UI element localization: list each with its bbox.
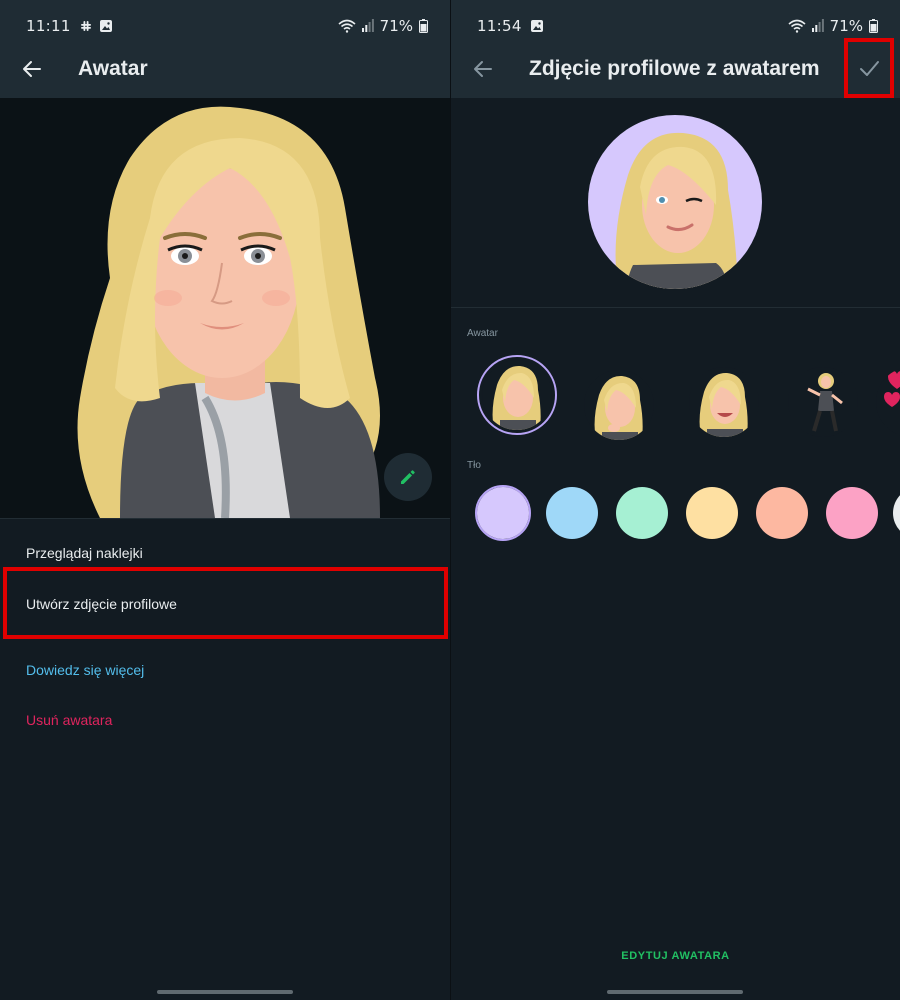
- wifi-icon: [338, 19, 356, 33]
- arrow-left-icon: [474, 61, 492, 77]
- back-button[interactable]: [463, 49, 503, 89]
- status-bar: 11:11 71%: [26, 14, 428, 38]
- avatar-image: [77, 106, 380, 518]
- avatar-pose-image: [492, 365, 541, 430]
- profile-photo-preview: [588, 115, 762, 289]
- background-color-swatch[interactable]: [686, 487, 738, 539]
- slack-icon: [80, 21, 91, 31]
- background-color-swatch[interactable]: [893, 487, 900, 539]
- status-time: 11:54: [477, 17, 522, 35]
- hearts-image: [884, 371, 900, 407]
- gallery-icon: [530, 20, 543, 32]
- check-icon: [860, 61, 879, 76]
- avatar-pose-image: [807, 373, 843, 432]
- background-color-swatch[interactable]: [826, 487, 878, 539]
- background-color-swatch[interactable]: [477, 487, 529, 539]
- back-button[interactable]: [12, 49, 52, 89]
- avatar-hero: [0, 98, 450, 518]
- background-color-swatch[interactable]: [546, 487, 598, 539]
- arrow-left-icon: [23, 61, 41, 77]
- status-bar: 11:54 71%: [477, 14, 878, 38]
- confirm-button[interactable]: [844, 38, 894, 98]
- avatar-section-label: Awatar: [467, 328, 498, 339]
- browse-stickers-item[interactable]: Przeglądaj naklejki: [26, 545, 143, 561]
- background-color-swatch[interactable]: [616, 487, 668, 539]
- status-time: 11:11: [26, 17, 71, 35]
- avatar-pose-hearts[interactable]: [871, 362, 900, 442]
- nav-handle[interactable]: [157, 990, 293, 994]
- highlight-annotation: [3, 567, 448, 639]
- battery-percent: 71%: [379, 17, 413, 35]
- edit-avatar-button[interactable]: [384, 453, 432, 501]
- battery-icon: [869, 19, 878, 33]
- signal-icon: [811, 19, 824, 32]
- avatar-screen: 11:11 71% Awatar Przeglądaj naklejki Utw…: [0, 0, 450, 1000]
- avatar-pose-laughing[interactable]: [684, 362, 764, 442]
- top-bar: 11:11 71% Awatar: [0, 0, 450, 98]
- nav-handle[interactable]: [607, 990, 743, 994]
- gallery-icon: [99, 20, 112, 32]
- avatar-pose-wink[interactable]: [477, 355, 557, 435]
- signal-icon: [361, 19, 374, 32]
- pencil-icon: [401, 470, 415, 484]
- top-bar: 11:54 71% Zdjęcie profilowe z awatarem: [451, 0, 900, 98]
- avatar-pose-dancing[interactable]: [783, 362, 863, 442]
- battery-percent: 71%: [829, 17, 863, 35]
- battery-icon: [419, 19, 428, 33]
- avatar-pose-thinking[interactable]: [579, 365, 659, 445]
- page-title: Awatar: [78, 57, 148, 80]
- page-title: Zdjęcie profilowe z awatarem: [529, 57, 820, 80]
- avatar-pose-image: [699, 372, 748, 437]
- avatar-pose-image: [594, 375, 643, 440]
- avatar-profile-photo-screen: 11:54 71% Zdjęcie profilowe z awatarem A…: [451, 0, 900, 1000]
- wifi-icon: [788, 19, 806, 33]
- learn-more-link[interactable]: Dowiedz się więcej: [26, 662, 144, 678]
- delete-avatar-link[interactable]: Usuń awatara: [26, 712, 112, 728]
- edit-avatar-link[interactable]: EDYTUJ AWATARA: [451, 950, 900, 962]
- avatar-wink-image: [615, 132, 738, 289]
- background-color-swatch[interactable]: [756, 487, 808, 539]
- background-section-label: Tło: [467, 460, 481, 471]
